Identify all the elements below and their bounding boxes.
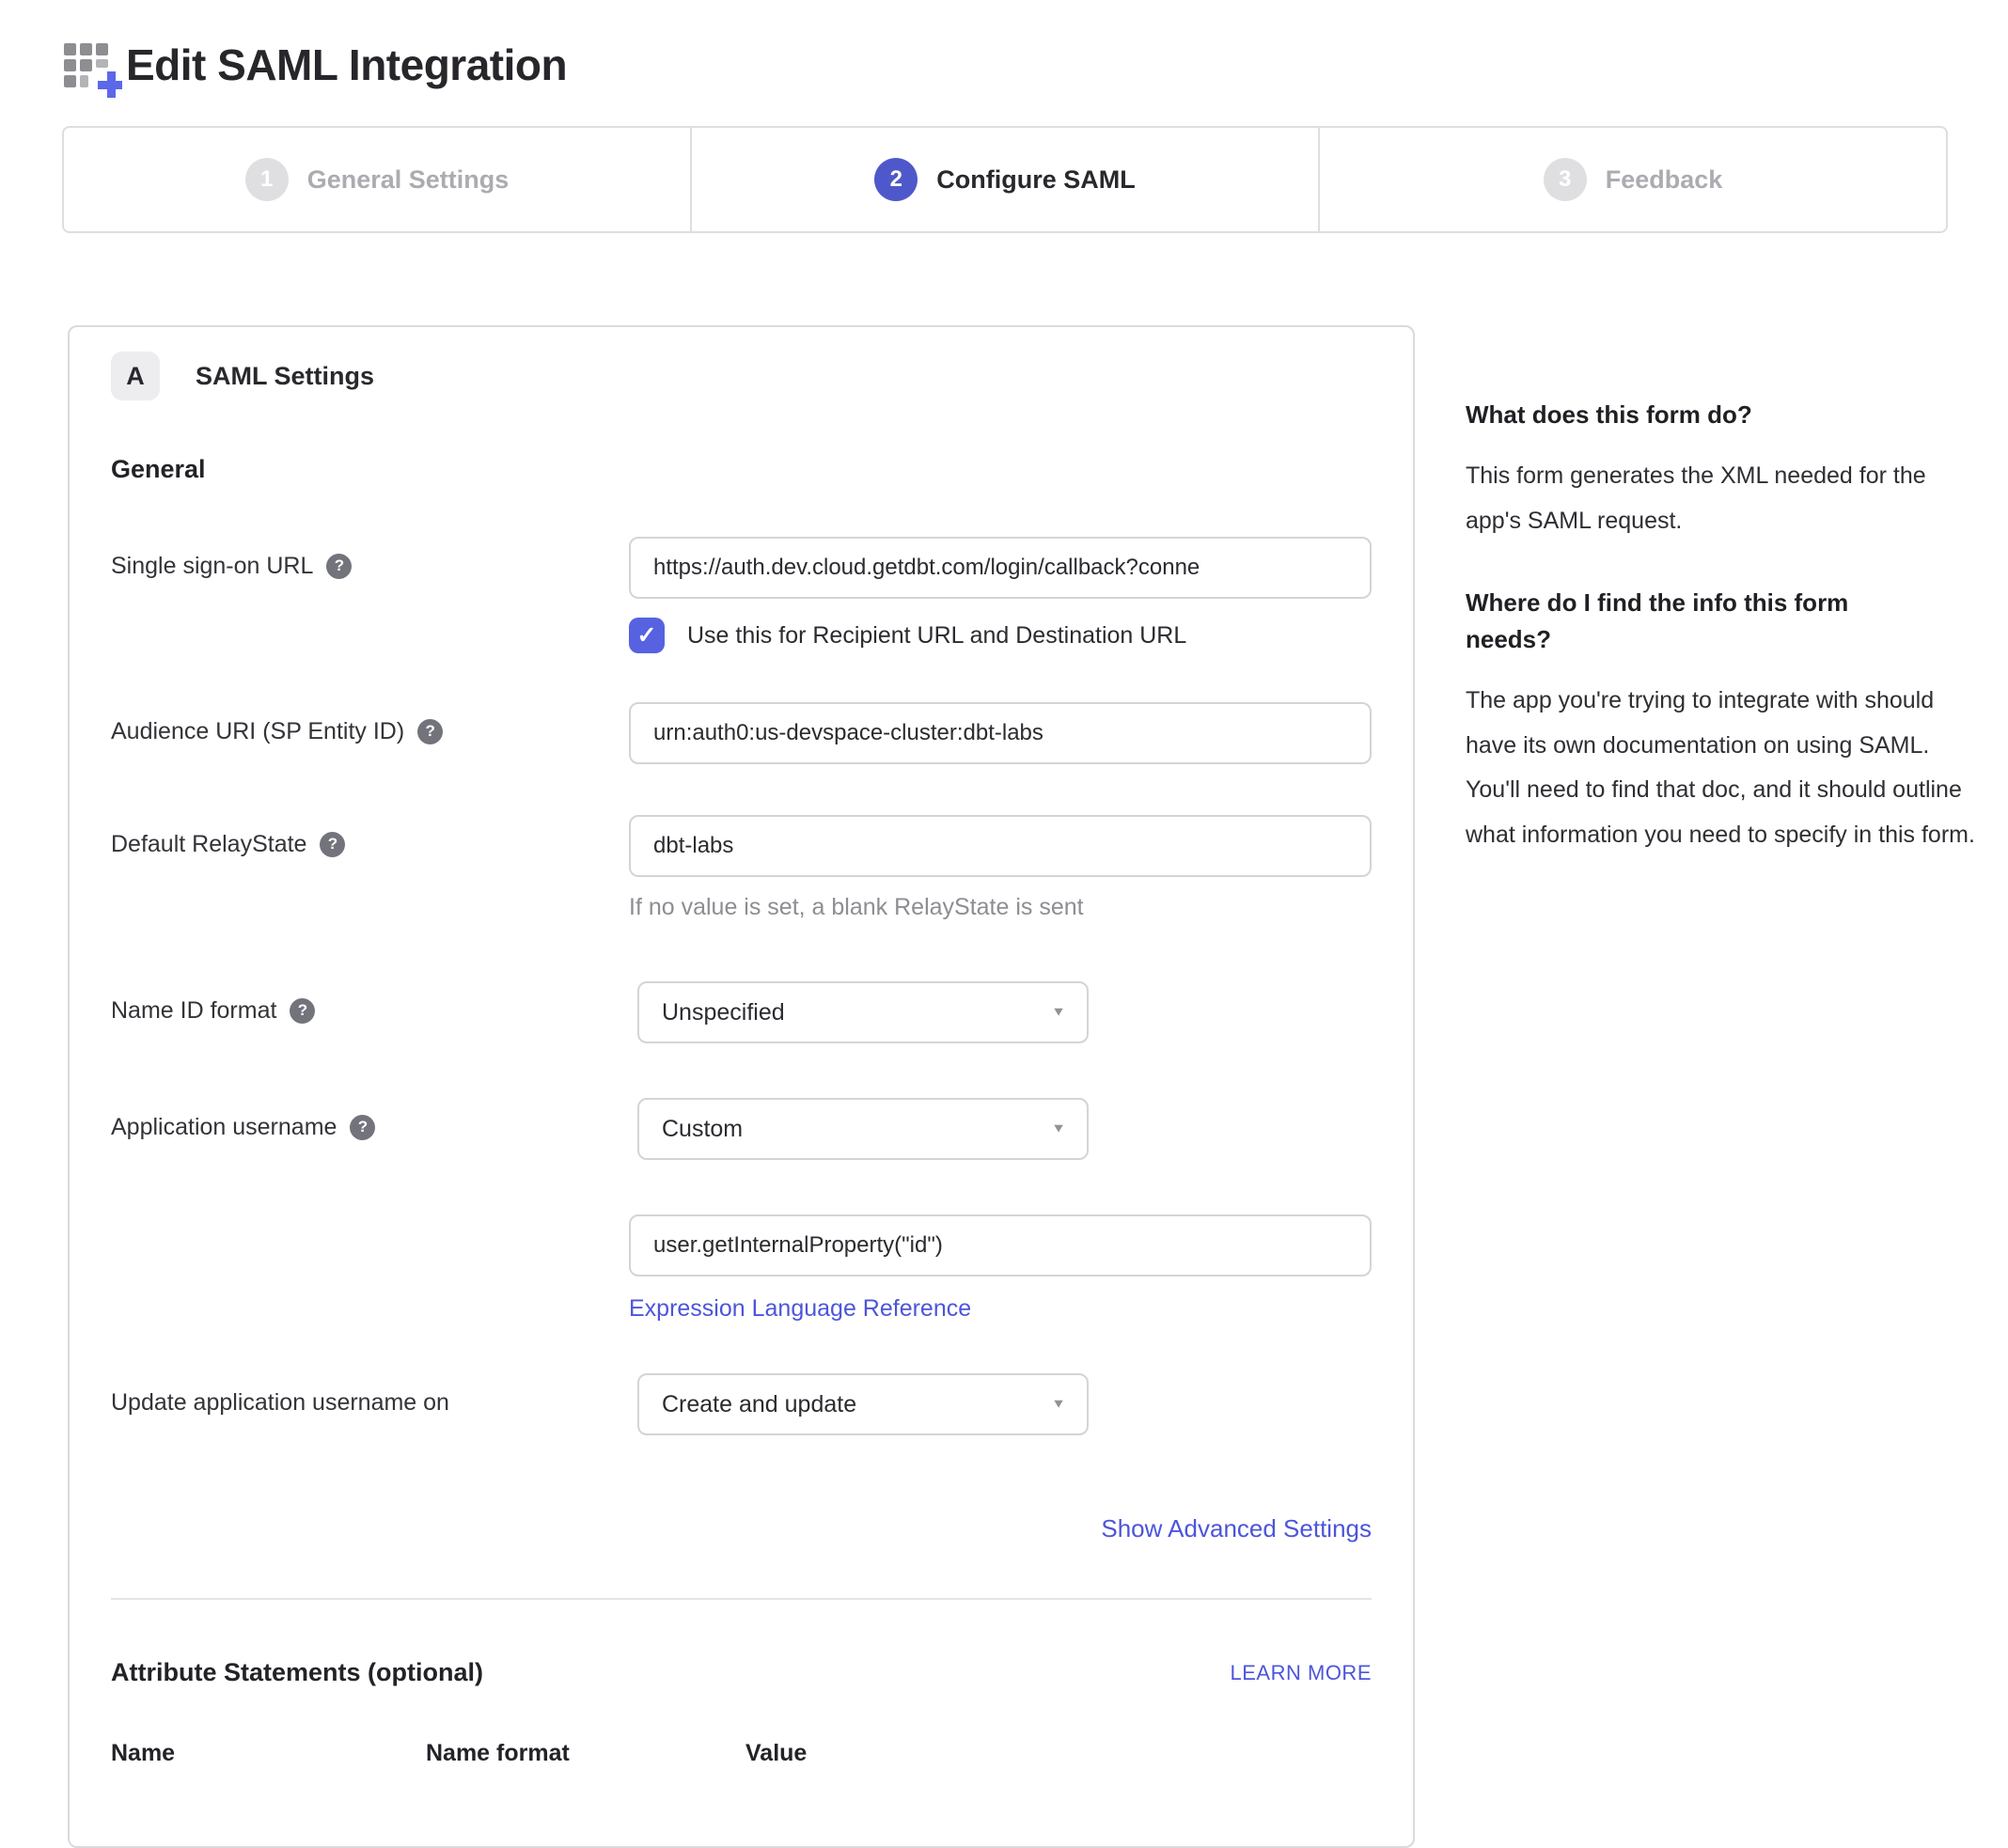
relaystate-control-col: If no value is set, a blank RelayState i… — [629, 815, 1372, 921]
custom-expression-label-spacer — [111, 1214, 629, 1323]
update-username-label-col: Update application username on — [111, 1373, 637, 1435]
expression-language-reference-link[interactable]: Expression Language Reference — [629, 1295, 971, 1322]
help-heading-where: Where do I find the info this form needs… — [1466, 585, 1907, 658]
expression-language-link-row: Expression Language Reference — [629, 1295, 1372, 1323]
recipient-url-checkbox-label: Use this for Recipient URL and Destinati… — [687, 622, 1186, 650]
help-paragraph-what: This form generates the XML needed for t… — [1466, 454, 1978, 543]
update-username-control-col: Create and update ▼ — [637, 1373, 1372, 1435]
attribute-statements-title: Attribute Statements (optional) — [111, 1658, 483, 1687]
nameid-format-help-icon[interactable]: ? — [290, 998, 315, 1024]
recipient-url-checkbox[interactable]: ✓ — [629, 618, 665, 653]
sso-url-help-icon[interactable]: ? — [326, 554, 352, 579]
relaystate-row: Default RelayState? If no value is set, … — [111, 815, 1372, 921]
column-header-name: Name — [111, 1740, 426, 1767]
panel-header: A SAML Settings — [111, 352, 1372, 400]
audience-uri-row: Audience URI (SP Entity ID)? — [111, 702, 1372, 764]
step-wizard: 1 General Settings 2 Configure SAML 3 Fe… — [62, 126, 1948, 233]
relaystate-label-col: Default RelayState? — [111, 815, 629, 921]
learn-more-link[interactable]: LEARN MORE — [1231, 1661, 1372, 1685]
column-header-name-format: Name format — [426, 1740, 745, 1767]
page-title: Edit SAML Integration — [126, 39, 567, 90]
step-configure-saml[interactable]: 2 Configure SAML — [690, 128, 1318, 231]
chevron-down-icon: ▼ — [1051, 1121, 1066, 1135]
step-2-label: Configure SAML — [936, 165, 1135, 195]
relaystate-input[interactable] — [629, 815, 1372, 877]
step-general-settings[interactable]: 1 General Settings — [64, 128, 690, 231]
app-username-help-icon[interactable]: ? — [350, 1115, 375, 1140]
chevron-down-icon: ▼ — [1051, 1397, 1066, 1411]
help-heading-what: What does this form do? — [1466, 397, 1907, 433]
help-paragraph-where: The app you're trying to integrate with … — [1466, 679, 1978, 857]
custom-expression-input[interactable] — [629, 1214, 1372, 1276]
sso-url-input[interactable] — [629, 537, 1372, 599]
general-section-title: General — [111, 455, 1372, 484]
section-divider — [111, 1598, 1372, 1600]
nameid-format-control-col: Unspecified ▼ — [637, 981, 1372, 1043]
nameid-format-row: Name ID format? Unspecified ▼ — [111, 981, 1372, 1043]
app-username-select[interactable]: Custom ▼ — [637, 1098, 1089, 1160]
chevron-down-icon: ▼ — [1051, 1005, 1066, 1019]
sso-url-label: Single sign-on URL — [111, 553, 313, 579]
recipient-url-checkbox-row: ✓ Use this for Recipient URL and Destina… — [629, 618, 1372, 653]
app-username-label-col: Application username? — [111, 1098, 637, 1160]
attribute-table-header: Name Name format Value — [111, 1740, 1372, 1767]
update-username-select[interactable]: Create and update ▼ — [637, 1373, 1089, 1435]
nameid-format-select[interactable]: Unspecified ▼ — [637, 981, 1089, 1043]
app-username-label: Application username — [111, 1114, 337, 1140]
app-username-value: Custom — [662, 1116, 743, 1143]
step-2-circle: 2 — [874, 158, 918, 201]
update-username-value: Create and update — [662, 1391, 856, 1418]
step-1-circle: 1 — [245, 158, 289, 201]
audience-uri-help-icon[interactable]: ? — [417, 719, 443, 744]
step-3-circle: 3 — [1544, 158, 1587, 201]
advanced-settings-row: Show Advanced Settings — [111, 1514, 1372, 1543]
app-username-row: Application username? Custom ▼ — [111, 1098, 1372, 1160]
relaystate-help-icon[interactable]: ? — [320, 832, 345, 857]
panel-title: SAML Settings — [196, 362, 374, 391]
audience-uri-label-col: Audience URI (SP Entity ID)? — [111, 702, 629, 764]
audience-uri-input[interactable] — [629, 702, 1372, 764]
saml-settings-card: A SAML Settings General Single sign-on U… — [68, 325, 1415, 1848]
section-a-badge: A — [111, 352, 160, 400]
sso-url-row: Single sign-on URL? ✓ Use this for Recip… — [111, 537, 1372, 653]
relaystate-label: Default RelayState — [111, 831, 306, 857]
main-content: A SAML Settings General Single sign-on U… — [68, 325, 2008, 1848]
app-grid-plus-icon — [60, 32, 122, 98]
attribute-statements-header: Attribute Statements (optional) LEARN MO… — [111, 1658, 1372, 1687]
sso-url-label-col: Single sign-on URL? — [111, 537, 629, 653]
custom-expression-control-col: Expression Language Reference — [629, 1214, 1372, 1323]
step-feedback[interactable]: 3 Feedback — [1318, 128, 1946, 231]
nameid-format-value: Unspecified — [662, 999, 785, 1026]
audience-uri-label: Audience URI (SP Entity ID) — [111, 718, 404, 744]
custom-expression-row: Expression Language Reference — [111, 1214, 1372, 1323]
app-username-control-col: Custom ▼ — [637, 1098, 1372, 1160]
step-1-label: General Settings — [307, 165, 510, 195]
show-advanced-settings-link[interactable]: Show Advanced Settings — [1101, 1514, 1372, 1543]
relaystate-hint: If no value is set, a blank RelayState i… — [629, 894, 1372, 921]
sso-url-control-col: ✓ Use this for Recipient URL and Destina… — [629, 537, 1372, 653]
audience-uri-control-col — [629, 702, 1372, 764]
nameid-format-label: Name ID format — [111, 997, 276, 1024]
update-username-label: Update application username on — [111, 1389, 449, 1416]
nameid-format-label-col: Name ID format? — [111, 981, 637, 1043]
step-3-label: Feedback — [1606, 165, 1723, 195]
page-header: Edit SAML Integration — [0, 0, 2008, 98]
help-sidebar: What does this form do? This form genera… — [1466, 325, 1978, 899]
column-header-value: Value — [745, 1740, 1372, 1767]
update-username-row: Update application username on Create an… — [111, 1373, 1372, 1435]
